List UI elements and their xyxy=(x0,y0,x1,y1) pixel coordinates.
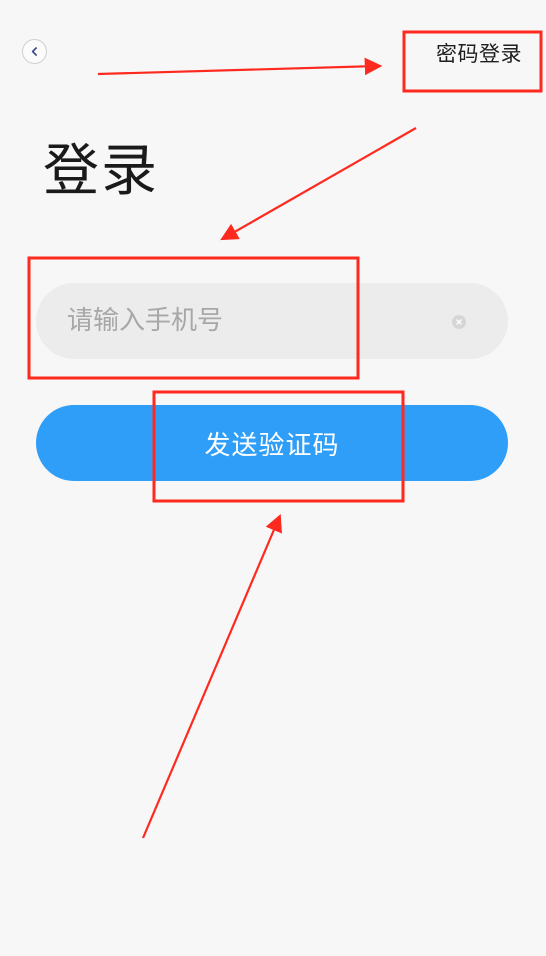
phone-input-field xyxy=(36,283,508,359)
back-button[interactable] xyxy=(22,39,47,64)
page-title: 登录 xyxy=(43,139,159,204)
phone-input[interactable] xyxy=(67,283,447,359)
annotation-arrow-1 xyxy=(97,57,383,76)
annotation-arrow-3 xyxy=(141,513,282,839)
login-screen: 密码登录 登录 发送验证码 xyxy=(0,0,546,956)
annotation-arrow-2 xyxy=(220,127,417,241)
clear-x-icon xyxy=(456,319,462,325)
send-code-button[interactable]: 发送验证码 xyxy=(36,405,508,481)
password-login-link[interactable]: 密码登录 xyxy=(436,38,522,68)
chevron-left-icon xyxy=(31,47,37,56)
clear-button[interactable] xyxy=(452,315,466,329)
